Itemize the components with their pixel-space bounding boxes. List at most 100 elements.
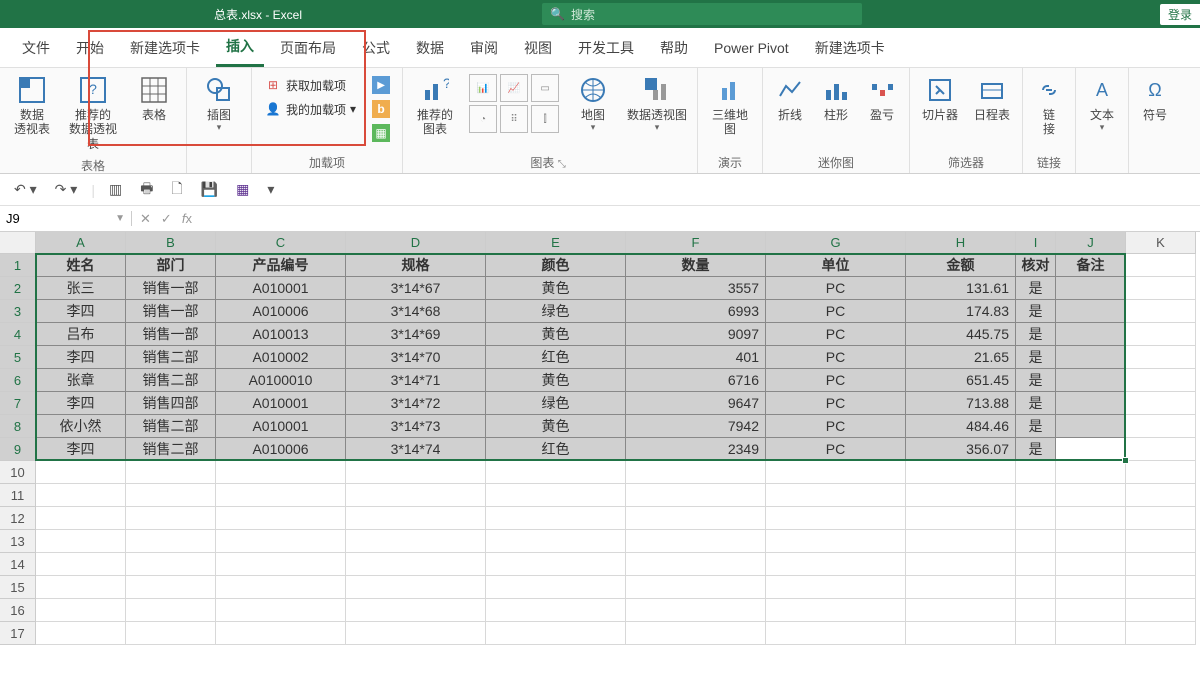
cell[interactable] (36, 599, 126, 622)
cell[interactable] (1056, 415, 1126, 438)
properties-icon[interactable]: ▥ (105, 179, 126, 200)
cell[interactable] (1016, 484, 1056, 507)
cell[interactable] (1056, 622, 1126, 645)
cell[interactable]: 张三 (36, 277, 126, 300)
col-header-K[interactable]: K (1126, 232, 1196, 254)
cell[interactable]: 黄色 (486, 323, 626, 346)
cell[interactable]: 9647 (626, 392, 766, 415)
fx-icon[interactable]: fx (182, 211, 192, 226)
cell[interactable]: 713.88 (906, 392, 1016, 415)
cell[interactable]: 445.75 (906, 323, 1016, 346)
cell[interactable] (126, 530, 216, 553)
cell[interactable]: 销售二部 (126, 346, 216, 369)
get-addins-button[interactable]: ⊞ 获取加载项 (260, 74, 360, 96)
cell[interactable] (216, 553, 346, 576)
name-box[interactable]: ▼ (0, 211, 132, 226)
cell[interactable] (346, 553, 486, 576)
cell[interactable] (36, 484, 126, 507)
cell[interactable] (906, 576, 1016, 599)
cell[interactable] (1056, 369, 1126, 392)
col-header-H[interactable]: H (906, 232, 1016, 254)
cell[interactable]: 是 (1016, 438, 1056, 461)
cell[interactable] (906, 553, 1016, 576)
cell[interactable] (626, 622, 766, 645)
cell[interactable]: PC (766, 369, 906, 392)
tab-home[interactable]: 开始 (66, 30, 114, 66)
cell[interactable] (1056, 530, 1126, 553)
tab-data[interactable]: 数据 (406, 30, 454, 66)
cell[interactable]: 174.83 (906, 300, 1016, 323)
cell[interactable]: 销售一部 (126, 300, 216, 323)
cell[interactable] (626, 484, 766, 507)
cell[interactable] (1126, 346, 1196, 369)
cell[interactable] (486, 553, 626, 576)
cell[interactable] (126, 599, 216, 622)
cell[interactable]: 李四 (36, 438, 126, 461)
cell[interactable]: 7942 (626, 415, 766, 438)
cell[interactable] (1016, 461, 1056, 484)
formula-input[interactable] (200, 211, 1200, 226)
cell[interactable]: 数量 (626, 254, 766, 277)
cell[interactable] (486, 461, 626, 484)
cell[interactable] (346, 622, 486, 645)
tab-layout[interactable]: 页面布局 (270, 30, 346, 66)
illustrations-button[interactable]: 插图▾ (193, 70, 245, 137)
cell[interactable]: 3*14*74 (346, 438, 486, 461)
cell[interactable]: 黄色 (486, 415, 626, 438)
cell[interactable]: A0100010 (216, 369, 346, 392)
cell[interactable]: 备注 (1056, 254, 1126, 277)
cell[interactable]: PC (766, 438, 906, 461)
cell[interactable] (766, 507, 906, 530)
row-header-2[interactable]: 2 (0, 277, 36, 300)
cell[interactable] (126, 484, 216, 507)
row-header-5[interactable]: 5 (0, 346, 36, 369)
row-header-4[interactable]: 4 (0, 323, 36, 346)
cell[interactable] (906, 507, 1016, 530)
cell[interactable]: 李四 (36, 392, 126, 415)
cell[interactable]: 401 (626, 346, 766, 369)
cell[interactable]: 3*14*67 (346, 277, 486, 300)
cell[interactable] (1126, 484, 1196, 507)
cell[interactable]: 3*14*72 (346, 392, 486, 415)
cell[interactable] (1126, 254, 1196, 277)
cell[interactable]: 2349 (626, 438, 766, 461)
cell[interactable] (36, 553, 126, 576)
cell[interactable]: 是 (1016, 346, 1056, 369)
cell[interactable]: 绿色 (486, 392, 626, 415)
cell[interactable] (1056, 346, 1126, 369)
row-header-15[interactable]: 15 (0, 576, 36, 599)
cell[interactable] (346, 507, 486, 530)
bar-chart-icon[interactable]: 📊 (469, 74, 497, 102)
cell[interactable] (36, 507, 126, 530)
my-addins-button[interactable]: 👤 我的加载项▾ (260, 98, 360, 120)
row-header-16[interactable]: 16 (0, 599, 36, 622)
cell[interactable] (346, 530, 486, 553)
row-header-1[interactable]: 1 (0, 254, 36, 277)
cell[interactable] (1056, 300, 1126, 323)
name-box-input[interactable] (6, 211, 106, 226)
pie-chart-icon[interactable]: ◔ (469, 105, 497, 133)
cell[interactable] (1056, 438, 1126, 461)
cell[interactable]: 484.46 (906, 415, 1016, 438)
text-button[interactable]: A 文本▾ (1082, 70, 1122, 137)
pivot-table-button[interactable]: 数据 透视表 (6, 70, 58, 141)
cell[interactable]: 是 (1016, 392, 1056, 415)
cell[interactable] (346, 461, 486, 484)
cell[interactable]: 销售一部 (126, 277, 216, 300)
combo-chart-icon[interactable]: ⫿ (531, 105, 559, 133)
cell[interactable]: 规格 (346, 254, 486, 277)
cell[interactable]: 销售二部 (126, 415, 216, 438)
cell[interactable] (1126, 530, 1196, 553)
enter-formula-icon[interactable]: ✓ (161, 211, 172, 227)
cell[interactable]: 颜色 (486, 254, 626, 277)
row-header-12[interactable]: 12 (0, 507, 36, 530)
cell[interactable] (1056, 507, 1126, 530)
row-header-3[interactable]: 3 (0, 300, 36, 323)
timeline-button[interactable]: 日程表 (968, 70, 1016, 126)
slicer-button[interactable]: 切片器 (916, 70, 964, 126)
cell[interactable] (626, 599, 766, 622)
tab-powerpivot[interactable]: Power Pivot (704, 32, 799, 64)
cell[interactable] (1126, 622, 1196, 645)
selection-handle[interactable] (1122, 457, 1129, 464)
people-graph-button[interactable]: ▦ (368, 122, 394, 144)
